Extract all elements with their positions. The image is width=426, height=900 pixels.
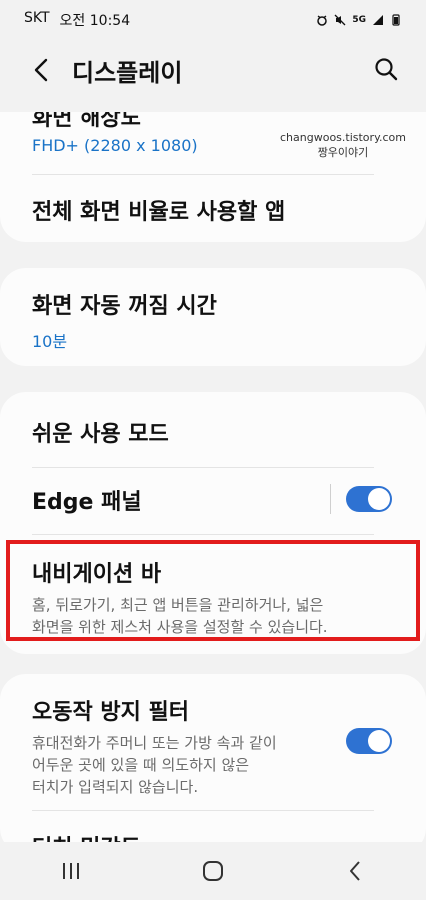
watermark: changwoos.tistory.com 짱우이야기 — [280, 130, 406, 160]
watermark-url: changwoos.tistory.com — [280, 131, 406, 144]
network-type: 5G — [352, 15, 366, 25]
easy-mode-title: 쉬운 사용 모드 — [32, 422, 169, 447]
back-button[interactable] — [28, 56, 56, 84]
status-bar: SKT 오전 10:54 5G — [0, 0, 426, 40]
page-title: 디스플레이 — [72, 59, 183, 87]
divider — [32, 534, 374, 535]
edge-panel-item[interactable]: Edge 패널 — [32, 484, 306, 516]
touch-card: 오동작 방지 필터 휴대전화가 주머니 또는 가방 속과 같이 어두운 곳에 있… — [0, 674, 426, 854]
divider — [32, 810, 374, 811]
search-icon — [375, 58, 398, 81]
back-icon — [350, 861, 360, 881]
home-icon — [203, 861, 223, 881]
app-bar: 디스플레이 — [0, 40, 426, 100]
accidental-touch-desc-line-2: 어두운 곳에 있을 때 의도하지 않은 — [32, 756, 250, 774]
fullscreen-apps-item[interactable]: 전체 화면 비율로 사용할 앱 — [32, 194, 392, 226]
status-icons: 5G — [316, 14, 402, 26]
home-button[interactable] — [193, 851, 233, 891]
alarm-icon — [317, 15, 328, 26]
accidental-touch-item[interactable]: 오동작 방지 필터 휴대전화가 주머니 또는 가방 속과 같이 어두운 곳에 있… — [32, 694, 336, 798]
system-navigation-bar — [0, 842, 426, 900]
toggle-knob — [368, 730, 390, 752]
accidental-touch-desc-line-3: 터치가 입력되지 않습니다. — [32, 778, 199, 796]
screen-timeout-value: 10분 — [32, 332, 68, 351]
watermark-name: 짱우이야기 — [317, 146, 369, 159]
back-nav-button[interactable] — [335, 851, 375, 891]
accidental-touch-title: 오동작 방지 필터 — [32, 700, 189, 725]
screen-timeout-item[interactable]: 화면 자동 꺼짐 시간 10분 — [32, 288, 392, 352]
accidental-touch-toggle[interactable] — [346, 728, 392, 754]
clock: 오전 10:54 — [59, 13, 131, 29]
divider — [32, 174, 374, 175]
screen-timeout-title: 화면 자동 꺼짐 시간 — [32, 294, 217, 319]
highlight-box — [6, 540, 420, 641]
battery-icon — [392, 14, 400, 26]
edge-panel-toggle[interactable] — [346, 486, 392, 512]
fullscreen-apps-title: 전체 화면 비율로 사용할 앱 — [32, 200, 286, 225]
edge-panel-separator — [330, 484, 331, 514]
search-button[interactable] — [372, 55, 400, 83]
timeout-card: 화면 자동 꺼짐 시간 10분 — [0, 268, 426, 366]
edge-panel-title: Edge 패널 — [32, 490, 142, 515]
resolution-title: 화면 해상도 — [32, 112, 141, 131]
accidental-touch-desc-line-1: 휴대전화가 주머니 또는 가방 속과 같이 — [32, 734, 277, 752]
back-arrow-icon — [34, 58, 48, 82]
recent-apps-button[interactable] — [51, 851, 91, 891]
toggle-knob — [368, 488, 390, 510]
carrier-label: SKT — [24, 10, 50, 26]
signal-icon — [373, 15, 383, 25]
easy-mode-item[interactable]: 쉬운 사용 모드 — [32, 416, 392, 448]
mute-icon — [334, 14, 346, 26]
divider — [32, 467, 374, 468]
recent-apps-icon — [63, 863, 79, 879]
accidental-touch-description: 휴대전화가 주머니 또는 가방 속과 같이 어두운 곳에 있을 때 의도하지 않… — [32, 732, 336, 798]
